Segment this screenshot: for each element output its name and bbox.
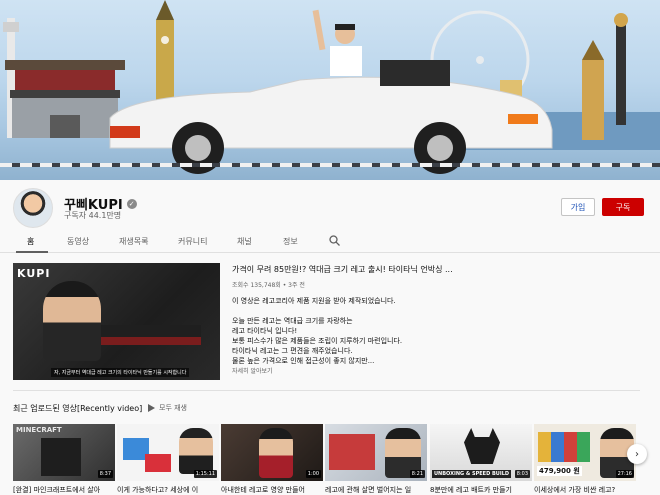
video-title[interactable]: 이세상에서 가장 비싼 레고? [534, 485, 636, 495]
thumbnail-person [179, 428, 213, 474]
thumbnail-block [329, 434, 375, 470]
featured-video-title[interactable]: 가격이 무려 85만원!? 역대급 크기 레고 출시! 타이타닉 언박싱 ... [232, 264, 453, 275]
tab-community[interactable]: 커뮤니티 [178, 236, 207, 247]
video-title[interactable]: 아내한테 레고로 영양 만들어 [221, 485, 323, 495]
featured-video-description: 이 영상은 레고코리아 제품 지원을 받아 제작되었습니다. 오늘 만든 레고는… [232, 297, 403, 365]
banner-illustration [3, 0, 628, 174]
subscribe-button[interactable]: 구독 [602, 198, 644, 216]
thumbnail-logo: KUPI [17, 267, 51, 280]
batman-icon [464, 428, 500, 464]
featured-video-meta: 조회수 135,748회 • 3주 전 [232, 282, 305, 289]
tab-home[interactable]: 홈 [27, 236, 34, 247]
banner-road-stripe [0, 163, 660, 167]
video-duration: 8:03 [514, 470, 530, 478]
subscriber-count: 구독자 44.1만명 [64, 211, 122, 220]
video-duration: 1:00 [305, 470, 321, 478]
tab-channels[interactable]: 채널 [237, 236, 252, 247]
tab-videos[interactable]: 동영상 [67, 236, 89, 247]
video-thumbnail[interactable]: 1:00 [221, 424, 323, 481]
section-title[interactable]: 최근 업로드된 영상[Recently video] [13, 403, 142, 414]
play-all-label: 모두 재생 [159, 404, 187, 412]
video-title[interactable]: 이게 가능하다고? 세상에 이 [117, 485, 219, 495]
thumbnail-block [538, 432, 590, 462]
thumbnail-text: MINECRAFT [16, 426, 62, 434]
video-title[interactable]: 레고에 관해 살면 벌어지는 일 [325, 485, 427, 495]
read-more-link[interactable]: 자세히 알아보기 [232, 366, 273, 375]
thumbnail-titanic-model [101, 325, 201, 345]
active-tab-indicator [16, 251, 48, 253]
video-thumbnail[interactable]: MINECRAFT 8:37 [13, 424, 115, 481]
tab-playlists[interactable]: 재생목록 [119, 236, 148, 247]
thumbnail-block [145, 454, 171, 472]
video-thumbnail[interactable]: 479,900 원 27:16 [534, 424, 636, 481]
thumbnail-person [259, 428, 293, 478]
video-thumbnail[interactable]: 8:21 [325, 424, 427, 481]
join-button[interactable]: 가입 [561, 198, 595, 216]
section-divider [13, 390, 640, 391]
thumbnail-figure [41, 438, 81, 476]
chevron-right-icon[interactable]: › [627, 444, 647, 464]
thumbnail-person [43, 281, 101, 361]
video-duration: 27:16 [615, 470, 634, 478]
thumbnail-caption: 자, 지금부터 역대급 레고 크기의 타이타닉 만들기를 시작합니다 [51, 368, 190, 377]
video-thumbnail[interactable]: 1:15:11 [117, 424, 219, 481]
video-duration: 8:21 [409, 470, 425, 478]
video-duration: 8:37 [97, 470, 113, 478]
thumbnail-text: UNBOXING & SPEED BUILD [432, 470, 512, 478]
search-icon[interactable] [329, 235, 340, 246]
featured-video-thumbnail[interactable]: KUPI 자, 지금부터 역대급 레고 크기의 타이타닉 만들기를 시작합니다 [13, 263, 220, 380]
channel-tabs: 홈 동영상 재생목록 커뮤니티 채널 정보 [0, 229, 660, 253]
channel-avatar[interactable] [13, 188, 53, 228]
play-icon [148, 404, 155, 412]
thumbnail-price: 479,900 원 [537, 466, 582, 476]
video-duration: 1:15:11 [193, 470, 217, 478]
play-all-button[interactable]: 모두 재생 [148, 403, 187, 413]
tab-about[interactable]: 정보 [283, 236, 298, 247]
video-thumbnail[interactable]: UNBOXING & SPEED BUILD 8:03 [430, 424, 532, 481]
verified-check-icon: ✓ [126, 198, 137, 209]
video-title[interactable]: 8분만에 레고 배트카 만들기 [430, 485, 532, 495]
video-title[interactable]: [완결] 마인크래프트에서 살아 [13, 485, 115, 495]
channel-banner [0, 0, 660, 180]
